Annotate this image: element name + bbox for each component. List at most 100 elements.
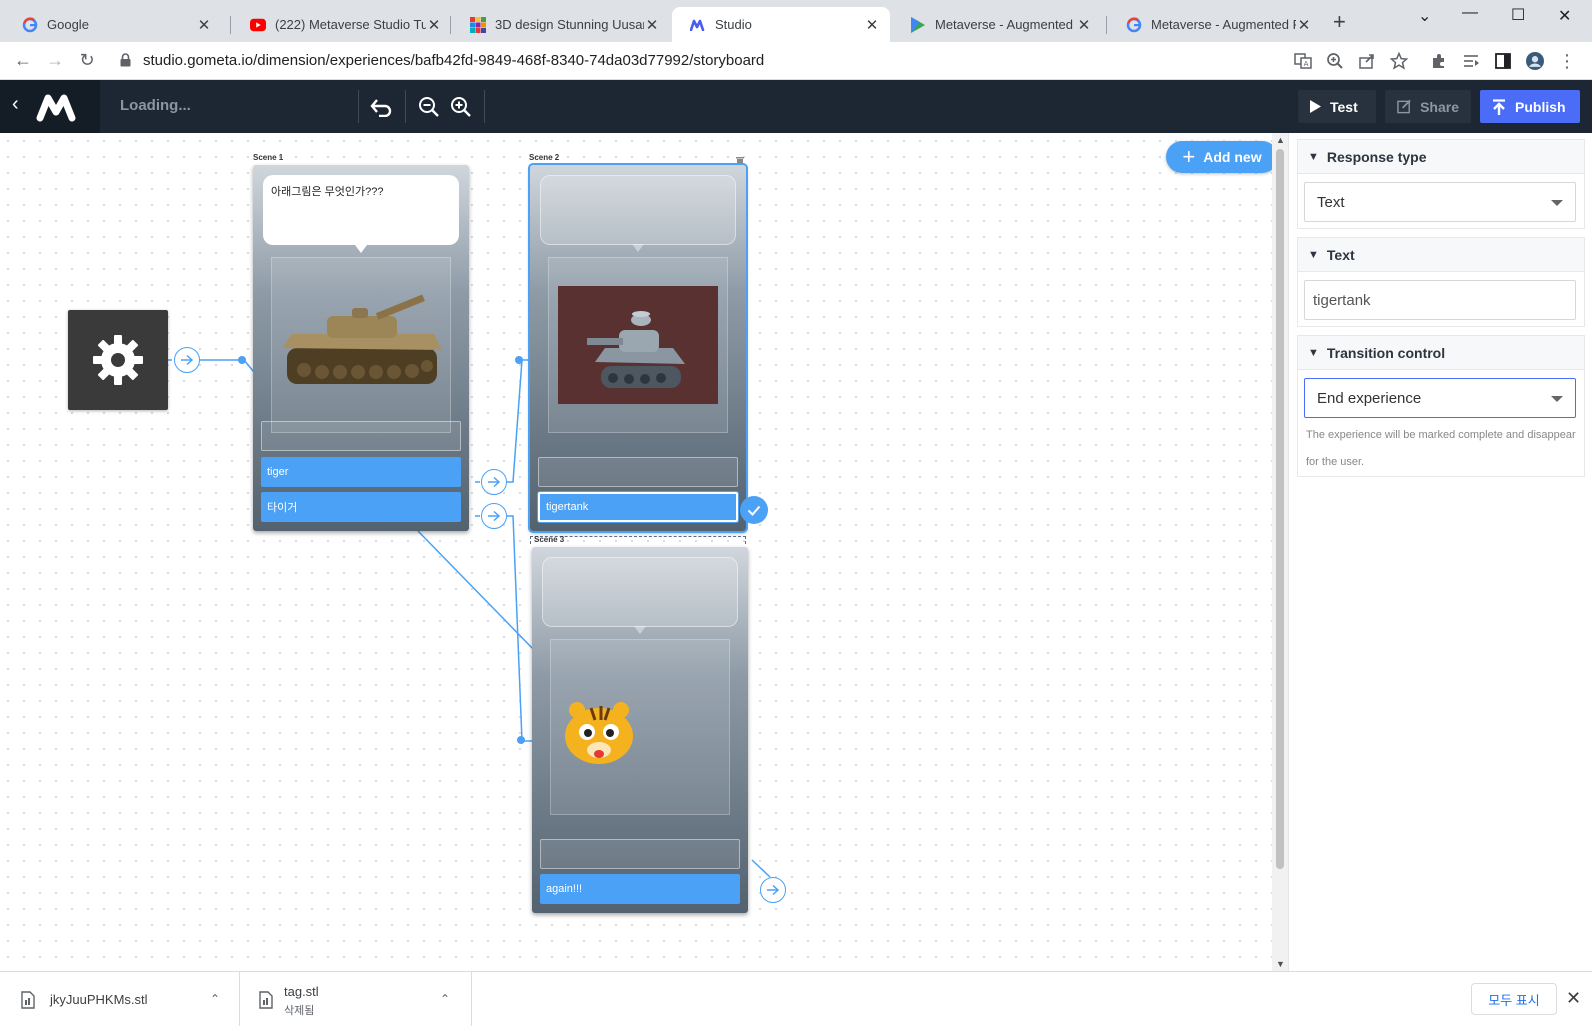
response-button-again[interactable]: again!!!	[540, 874, 740, 904]
chevron-left-icon[interactable]: ‹	[12, 93, 19, 116]
response-button-tigertank[interactable]: tigertank	[538, 492, 738, 522]
chevron-up-icon[interactable]: ⌃	[440, 992, 450, 1006]
close-icon[interactable]: ✕	[644, 16, 660, 34]
zoom-icon[interactable]	[1326, 52, 1344, 70]
tank-illustration	[282, 294, 442, 384]
maximize-icon[interactable]: ☐	[1511, 5, 1525, 25]
play-store-icon	[910, 16, 926, 33]
test-button[interactable]: Test	[1298, 90, 1376, 123]
trash-icon[interactable]	[736, 153, 744, 166]
start-output-port[interactable]	[174, 347, 200, 373]
scene-3-card[interactable]: again!!!	[532, 547, 748, 913]
browser-tab-google[interactable]: Google ✕	[4, 7, 222, 42]
profile-avatar-icon[interactable]	[1526, 52, 1544, 70]
tab-title: Metaverse - Augmented Rea	[935, 17, 1076, 32]
question-bubble[interactable]	[540, 175, 736, 252]
download-status: 삭제됨	[284, 1005, 315, 1017]
tiger-tank-image[interactable]	[271, 257, 451, 433]
back-icon[interactable]: ←	[12, 50, 34, 71]
reload-icon[interactable]: ↻	[76, 50, 98, 71]
zoom-out-icon[interactable]	[416, 94, 442, 120]
response-type-select[interactable]: Text	[1304, 182, 1576, 222]
storyboard-canvas[interactable]: + Add new Scene 1 아래그림은 무엇인가??? tiger 타이…	[0, 133, 1272, 971]
section-header[interactable]: ▼ Transition control	[1298, 336, 1584, 370]
scrollbar-thumb[interactable]	[1276, 149, 1284, 869]
scene-1-card[interactable]: 아래그림은 무엇인가??? tiger 타이거	[253, 165, 469, 531]
response-output-port[interactable]	[481, 503, 507, 529]
tiger-illustration	[565, 702, 633, 764]
scene-2-card[interactable]: tigertank	[528, 163, 748, 533]
tab-title: (222) Metaverse Studio Tuto	[275, 17, 426, 32]
extensions-icon[interactable]	[1430, 52, 1448, 70]
end-experience-port[interactable]	[740, 496, 768, 524]
show-all-downloads-button[interactable]: 모두 표시	[1471, 983, 1557, 1015]
add-new-button[interactable]: + Add new	[1166, 141, 1272, 173]
browser-tab-metaverse-play[interactable]: Metaverse - Augmented Rea ✕	[892, 7, 1102, 42]
response-text-input[interactable]	[1304, 280, 1576, 320]
app-header: ‹ Loading... Test Share Publish	[0, 80, 1592, 133]
scene-2-input-port[interactable]	[515, 356, 523, 364]
experience-settings-node[interactable]	[68, 310, 168, 410]
more-icon[interactable]: ⋮	[1558, 51, 1576, 71]
undo-icon[interactable]	[368, 94, 394, 120]
response-output-port[interactable]	[760, 877, 786, 903]
download-item[interactable]: tag.stl 삭제됨 ⌃	[240, 972, 472, 1026]
download-file-name: jkyJuuPHKMs.stl	[50, 992, 148, 1007]
response-button-tiger-korean[interactable]: 타이거	[261, 492, 461, 522]
tab-title: Studio	[715, 17, 752, 32]
transition-help-text: The experience will be marked complete a…	[1306, 429, 1576, 468]
answer-input-placeholder	[261, 421, 461, 451]
tank-illustration	[558, 286, 718, 404]
window-close-icon[interactable]: ✕	[1558, 6, 1571, 26]
download-item[interactable]: jkyJuuPHKMs.stl ⌃	[0, 972, 240, 1026]
new-tab-button[interactable]: +	[1333, 11, 1346, 33]
section-header[interactable]: ▼ Response type	[1298, 140, 1584, 174]
google-icon	[1126, 16, 1142, 33]
close-icon[interactable]: ✕	[426, 16, 442, 34]
metaverse-logo-icon[interactable]	[36, 92, 82, 127]
cartoon-tiger-image[interactable]	[550, 639, 730, 815]
question-bubble[interactable]: 아래그림은 무엇인가???	[263, 175, 459, 253]
chevron-up-icon[interactable]: ⌃	[210, 992, 220, 1006]
answer-input-placeholder	[538, 457, 738, 487]
close-icon[interactable]: ✕	[196, 16, 212, 34]
triangle-down-icon: ▼	[1308, 248, 1319, 261]
close-icon[interactable]: ✕	[1296, 16, 1312, 34]
transition-select[interactable]: End experience	[1304, 378, 1576, 418]
plus-icon: +	[1182, 144, 1196, 169]
download-file-name: tag.stl	[284, 984, 319, 999]
response-output-port[interactable]	[481, 469, 507, 495]
triangle-down-icon: ▼	[1308, 346, 1319, 359]
scene-1-input-port[interactable]	[238, 356, 246, 364]
browser-tab-studio[interactable]: Studio ✕	[672, 7, 890, 42]
section-header[interactable]: ▼ Text	[1298, 238, 1584, 272]
close-icon[interactable]: ✕	[1076, 16, 1092, 34]
forward-icon[interactable]: →	[44, 50, 66, 71]
bookmark-star-icon[interactable]	[1390, 52, 1408, 70]
response-type-section: ▼ Response type Text	[1297, 139, 1585, 229]
scene-3-input-port[interactable]	[517, 736, 525, 744]
publish-button[interactable]: Publish	[1480, 90, 1580, 123]
browser-tab-youtube[interactable]: (222) Metaverse Studio Tuto ✕	[232, 7, 452, 42]
share-button[interactable]: Share	[1385, 90, 1471, 123]
cartoon-tank-image[interactable]	[548, 257, 728, 433]
browser-tab-3d-design[interactable]: 3D design Stunning Uusam- ✕	[452, 7, 670, 42]
logo-area: ‹	[0, 80, 100, 133]
question-bubble[interactable]	[542, 557, 738, 634]
browser-tab-metaverse-google[interactable]: Metaverse - Augmented Rea ✕	[1108, 7, 1322, 42]
close-icon[interactable]: ✕	[1566, 988, 1581, 1009]
tab-search-icon[interactable]: ⌄	[1418, 6, 1431, 26]
canvas-scrollbar[interactable]: ▲ ▼	[1272, 133, 1288, 971]
url-field[interactable]: studio.gometa.io/dimension/experiences/b…	[143, 52, 764, 69]
side-panel-icon[interactable]	[1494, 52, 1512, 70]
minimize-icon[interactable]: —	[1462, 4, 1478, 22]
share-page-icon[interactable]	[1358, 52, 1376, 70]
arrow-right-icon	[488, 476, 501, 488]
close-icon[interactable]: ✕	[864, 16, 880, 34]
reading-list-icon[interactable]	[1462, 52, 1480, 70]
zoom-in-icon[interactable]	[448, 94, 474, 120]
response-button-tiger[interactable]: tiger	[261, 457, 461, 487]
color-grid-icon	[470, 16, 486, 33]
check-icon	[747, 505, 761, 516]
translate-icon[interactable]: A	[1294, 52, 1312, 70]
